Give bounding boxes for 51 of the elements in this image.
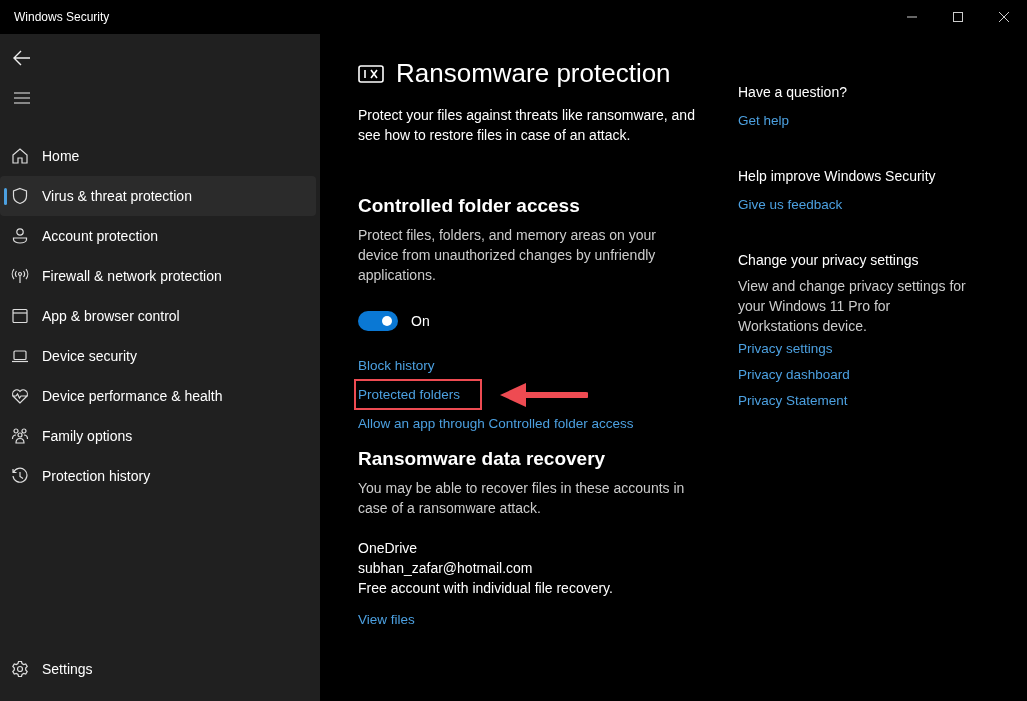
ransomware-icon [358, 64, 384, 83]
settings-item[interactable]: Settings [0, 649, 316, 689]
aside-text: View and change privacy settings for your Windows 11 Pro for Workstations device. [738, 277, 967, 336]
link[interactable]: View files [358, 612, 718, 627]
window-title: Windows Security [14, 10, 110, 24]
link[interactable]: Allow an app through Controlled folder access [358, 416, 634, 431]
link[interactable]: Protected folders [356, 381, 481, 408]
aside-heading: Have a question? [738, 84, 848, 100]
sidebar-item[interactable]: Virus & threat protection [0, 176, 316, 216]
link[interactable]: Get help [738, 108, 998, 134]
maximize-icon [952, 11, 964, 23]
shield-icon [11, 187, 29, 205]
section-description: You may be able to recover files in these accounts in case of a ransomware attack. [358, 479, 686, 518]
link[interactable]: Privacy settings [738, 336, 998, 362]
link[interactable]: Privacy Statement [738, 388, 998, 414]
account-plan: Free account with individual file recovery. [358, 579, 614, 598]
selection-indicator [4, 188, 7, 205]
sidebar-item[interactable]: Home [0, 136, 316, 176]
sidebar-item[interactable]: Family options [0, 416, 316, 456]
family-icon [11, 427, 29, 445]
section-heading: Controlled folder access [358, 195, 581, 217]
sidebar-item[interactable]: Device security [0, 336, 316, 376]
sidebar-item[interactable]: Protection history [0, 456, 316, 496]
home-icon [11, 147, 29, 165]
toggle-label: On [411, 313, 430, 329]
toggle-switch[interactable] [358, 311, 398, 331]
history-icon [11, 467, 29, 485]
laptop-icon [11, 347, 29, 365]
settings-icon [11, 660, 29, 678]
provider-name: OneDrive [358, 539, 419, 558]
antenna-icon [11, 267, 29, 285]
sidebar-item[interactable]: Account protection [0, 216, 316, 256]
menu-icon [13, 92, 31, 104]
link[interactable]: Give us feedback [738, 192, 998, 218]
heart-pulse-icon [11, 387, 29, 405]
person-icon [11, 227, 29, 245]
link[interactable]: Privacy dashboard [738, 362, 998, 388]
sidebar-item[interactable]: Firewall & network protection [0, 256, 316, 296]
account-email: subhan_zafar@hotmail.com [358, 559, 534, 578]
section-heading: Ransomware data recovery [358, 448, 607, 470]
aside-heading: Help improve Windows Security [738, 168, 937, 184]
back-arrow-icon [13, 50, 31, 66]
link[interactable]: Block history [358, 358, 435, 373]
sidebar-item[interactable]: Device performance & health [0, 376, 316, 416]
page-title: Ransomware protection [396, 58, 671, 89]
section-description: Protect files, folders, and memory areas on your device from unauthorized changes by unfriendly applications. [358, 226, 658, 285]
aside-heading: Change your privacy settings [738, 252, 920, 268]
sidebar-item[interactable]: App & browser control [0, 296, 316, 336]
browser-window-icon [11, 307, 29, 325]
page-description: Protect your files against threats like ransomware, and see how to restore files in case of an attack. [358, 106, 696, 145]
close-icon [998, 11, 1010, 23]
